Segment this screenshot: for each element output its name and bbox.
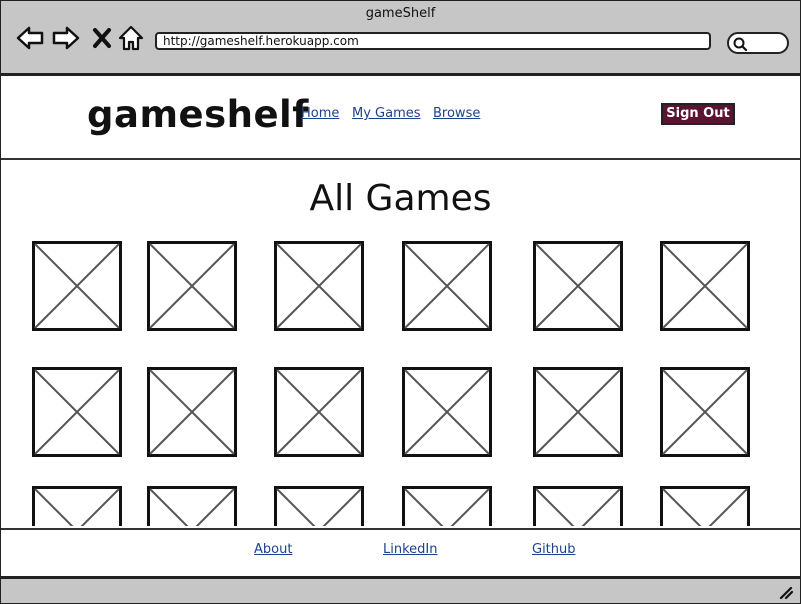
window-title: gameShelf — [365, 6, 436, 21]
image-placeholder-icon — [147, 486, 237, 526]
image-placeholder-icon — [32, 241, 122, 331]
game-tile-placeholder[interactable] — [533, 486, 623, 526]
game-tile-placeholder[interactable] — [402, 367, 492, 457]
game-tile-placeholder[interactable] — [147, 486, 237, 526]
home-icon[interactable] — [116, 23, 146, 53]
address-bar[interactable]: http://gameshelf.herokuapp.com — [155, 32, 711, 50]
game-tile-placeholder[interactable] — [533, 241, 623, 331]
image-placeholder-icon — [274, 367, 364, 457]
game-tile-placeholder[interactable] — [533, 367, 623, 457]
game-tile-placeholder[interactable] — [660, 486, 750, 526]
game-tile-placeholder[interactable] — [402, 486, 492, 526]
image-placeholder-icon — [660, 367, 750, 457]
image-placeholder-icon — [32, 367, 122, 457]
image-placeholder-icon — [533, 367, 623, 457]
site-header: gameshelf Home My Games Browse Sign Out — [1, 76, 800, 160]
game-tile-placeholder[interactable] — [32, 486, 122, 526]
sign-out-button[interactable]: Sign Out — [661, 103, 735, 125]
game-tile-placeholder[interactable] — [147, 241, 237, 331]
site-footer: About LinkedIn Github — [1, 528, 800, 578]
back-arrow-icon[interactable] — [15, 23, 45, 53]
image-placeholder-icon — [32, 486, 122, 526]
image-placeholder-icon — [660, 486, 750, 526]
browser-search-field[interactable] — [727, 32, 789, 54]
game-tile-placeholder[interactable] — [274, 367, 364, 457]
image-placeholder-icon — [274, 241, 364, 331]
page-title: All Games — [309, 178, 492, 219]
stop-x-icon[interactable] — [87, 23, 117, 53]
game-tile-placeholder[interactable] — [402, 241, 492, 331]
forward-arrow-icon[interactable] — [51, 23, 81, 53]
game-tile-placeholder[interactable] — [32, 367, 122, 457]
image-placeholder-icon — [533, 486, 623, 526]
image-placeholder-icon — [533, 241, 623, 331]
footer-link-github[interactable]: Github — [532, 542, 576, 557]
browser-chrome: gameShelf http://gameshelf.herokuapp.com — [1, 1, 800, 76]
game-tile-placeholder[interactable] — [274, 241, 364, 331]
image-placeholder-icon — [402, 367, 492, 457]
browser-window: gameShelf http://gameshelf.herokuapp.com — [0, 0, 801, 604]
footer-link-about[interactable]: About — [254, 542, 292, 557]
image-placeholder-icon — [147, 241, 237, 331]
game-tile-placeholder[interactable] — [32, 241, 122, 331]
game-tile-placeholder[interactable] — [147, 367, 237, 457]
image-placeholder-icon — [402, 486, 492, 526]
game-tile-placeholder[interactable] — [660, 241, 750, 331]
brand-logo[interactable]: gameshelf — [87, 93, 309, 136]
nav-link-my-games[interactable]: My Games — [352, 106, 421, 121]
nav-link-home[interactable]: Home — [301, 106, 339, 121]
browser-status-bar — [1, 576, 800, 603]
nav-link-browse[interactable]: Browse — [433, 106, 480, 121]
main-content: All Games — [1, 160, 800, 526]
image-placeholder-icon — [660, 241, 750, 331]
game-tile-placeholder[interactable] — [274, 486, 364, 526]
game-tile-placeholder[interactable] — [660, 367, 750, 457]
image-placeholder-icon — [274, 486, 364, 526]
footer-link-linkedin[interactable]: LinkedIn — [383, 542, 437, 557]
resize-grip-icon[interactable] — [778, 585, 794, 599]
image-placeholder-icon — [402, 241, 492, 331]
search-icon — [733, 37, 748, 52]
image-placeholder-icon — [147, 367, 237, 457]
